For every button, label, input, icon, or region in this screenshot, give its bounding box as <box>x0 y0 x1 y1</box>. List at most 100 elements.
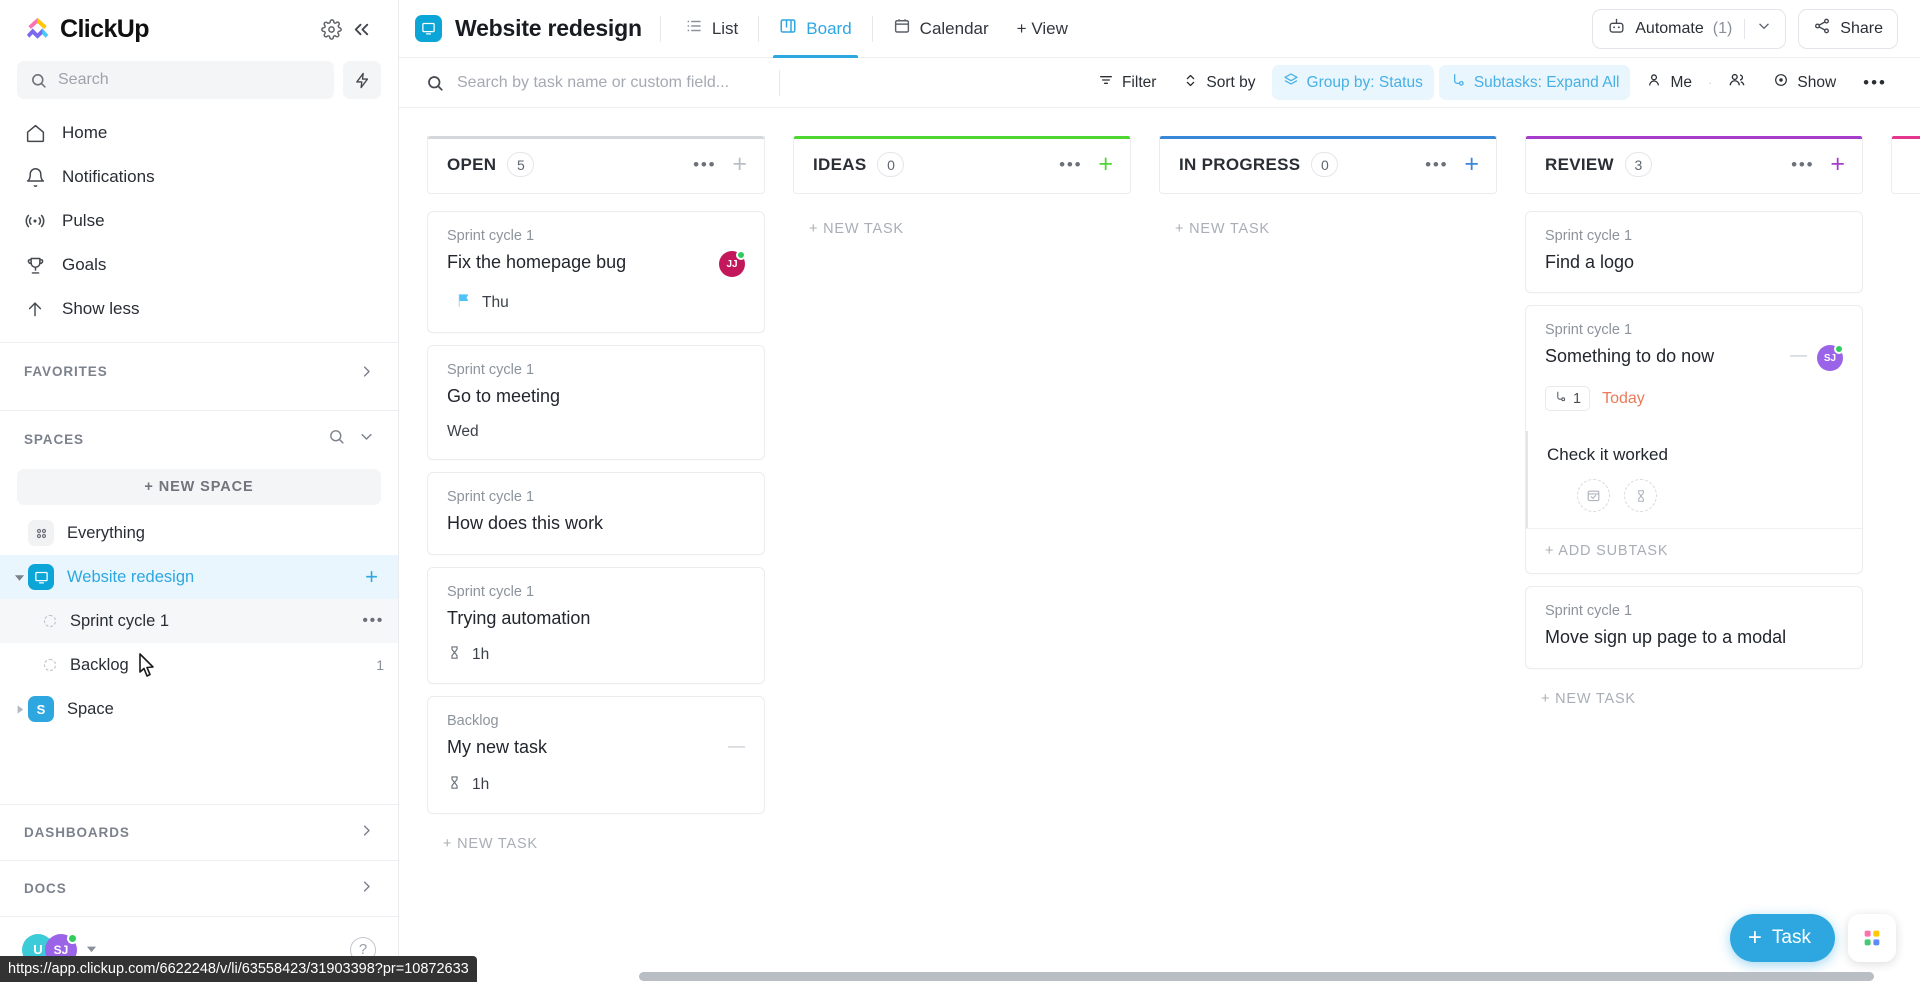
new-task-button[interactable]: + NEW TASK <box>1525 681 1863 717</box>
avatar[interactable]: SJ <box>1817 344 1844 372</box>
gear-icon[interactable] <box>316 14 346 44</box>
sidebar-item-backlog[interactable]: Backlog 1 <box>0 643 398 687</box>
sort-button[interactable]: Sort by <box>1172 66 1266 100</box>
clickup-logo[interactable]: ClickUp <box>24 15 316 44</box>
tab-board[interactable]: Board <box>773 0 859 58</box>
group-by-button[interactable]: Group by: Status <box>1271 65 1434 100</box>
docs-section-header[interactable]: DOCS <box>0 860 398 916</box>
hourglass-icon[interactable] <box>1624 479 1657 513</box>
chevron-right-icon[interactable] <box>359 823 374 843</box>
subtask-item[interactable]: Check it worked <box>1526 431 1862 529</box>
time-estimate-text: 1h <box>472 775 490 793</box>
sidebar-item-notifications[interactable]: Notifications <box>14 155 384 199</box>
column-options-icon[interactable]: ••• <box>1791 155 1814 175</box>
more-options-button[interactable]: ••• <box>1852 66 1898 100</box>
card-time-estimate[interactable]: 1h <box>447 775 745 795</box>
column-header[interactable]: IDEAS 0 ••• + <box>793 136 1131 194</box>
sidebar-item-website-redesign[interactable]: Website redesign + <box>0 555 398 599</box>
task-card[interactable]: Sprint cycle 1 How does this work <box>427 472 765 555</box>
column-header[interactable]: REVIEW 3 ••• + <box>1525 136 1863 194</box>
column-header[interactable]: IN PROGRESS 0 ••• + <box>1159 136 1497 194</box>
spaces-section-header[interactable]: SPACES <box>0 411 398 467</box>
calendar-check-icon[interactable] <box>1577 479 1610 513</box>
task-card[interactable]: Sprint cycle 1 Find a logo <box>1525 211 1863 294</box>
new-task-button[interactable]: + NEW TASK <box>793 211 1131 247</box>
spaces-label: SPACES <box>24 431 84 447</box>
add-subtask-button[interactable]: + ADD SUBTASK <box>1526 528 1862 573</box>
status-bar-url: https://app.clickup.com/6622248/v/li/635… <box>0 956 477 982</box>
column-add-task-icon[interactable]: + <box>732 152 747 177</box>
caret-down-icon[interactable] <box>10 572 28 583</box>
subtasks-button[interactable]: Subtasks: Expand All <box>1438 65 1631 100</box>
caret-right-icon[interactable] <box>10 704 28 715</box>
new-task-button[interactable]: + NEW TASK <box>1159 211 1497 247</box>
column-accent <box>1160 136 1496 139</box>
search-icon <box>428 75 443 91</box>
collapse-sidebar-icon[interactable] <box>346 14 376 44</box>
task-card[interactable]: Sprint cycle 1 Go to meeting Wed <box>427 345 765 461</box>
search-input[interactable]: Search <box>17 61 334 99</box>
card-time-estimate[interactable]: 1h <box>447 645 745 665</box>
task-card[interactable]: Sprint cycle 1 Move sign up page to a mo… <box>1525 586 1863 669</box>
chevron-down-icon[interactable] <box>1757 19 1771 38</box>
column-add-task-icon[interactable]: + <box>1830 152 1845 177</box>
monitor-icon <box>415 15 442 42</box>
show-button[interactable]: Show <box>1762 65 1847 100</box>
apps-grid-icon[interactable] <box>1848 914 1896 962</box>
me-filter-button[interactable]: Me <box>1635 65 1703 100</box>
chevron-right-icon[interactable] <box>359 364 374 379</box>
card-due-date[interactable]: Thu <box>447 292 745 314</box>
sidebar-item-space[interactable]: S Space <box>0 687 398 731</box>
chevron-right-icon[interactable] <box>359 879 374 899</box>
due-date-text[interactable]: Today <box>1602 390 1645 408</box>
favorites-section-header[interactable]: FAVORITES <box>0 343 398 399</box>
list-status-icon <box>44 615 56 627</box>
column-options-icon[interactable]: ••• <box>1425 155 1448 175</box>
sidebar-item-everything[interactable]: Everything <box>0 511 398 555</box>
sidebar-item-pulse[interactable]: Pulse <box>14 199 384 243</box>
eye-icon <box>1773 72 1789 93</box>
avatar[interactable]: JJ <box>719 250 746 277</box>
filter-button[interactable]: Filter <box>1087 65 1167 100</box>
sidebar-item-goals[interactable]: Goals <box>14 243 384 287</box>
sort-label: Sort by <box>1206 73 1256 91</box>
sidebar-item-sprint-cycle-1[interactable]: Sprint cycle 1 ••• <box>0 599 398 643</box>
add-view-button[interactable]: + View <box>1017 19 1068 39</box>
task-card[interactable]: Sprint cycle 1 Fix the homepage bug JJ T… <box>427 211 765 333</box>
add-to-space-icon[interactable]: + <box>365 566 384 588</box>
automate-button[interactable]: Automate (1) <box>1592 8 1787 49</box>
sidebar-item-show-less[interactable]: Show less <box>14 287 384 331</box>
column-options-icon[interactable]: ••• <box>1059 155 1082 175</box>
avatar-initials: SJ <box>1823 352 1837 364</box>
column-options-icon[interactable]: ••• <box>693 155 716 175</box>
horizontal-scrollbar[interactable] <box>399 968 1920 982</box>
task-card[interactable]: Backlog My new task — 1h <box>427 696 765 814</box>
list-options-icon[interactable]: ••• <box>362 612 384 630</box>
new-task-button[interactable]: + NEW TASK <box>427 826 765 862</box>
lightning-bolt-icon[interactable] <box>343 61 381 99</box>
sidebar-item-home[interactable]: Home <box>14 111 384 155</box>
task-card[interactable]: Sprint cycle 1 Something to do now — SJ <box>1526 306 1862 430</box>
new-task-fab[interactable]: + Task <box>1729 914 1835 962</box>
share-button[interactable]: Share <box>1798 8 1898 49</box>
people-filter-button[interactable] <box>1717 64 1757 101</box>
search-icon[interactable] <box>328 428 345 450</box>
tab-calendar[interactable]: Calendar <box>887 0 995 58</box>
task-card[interactable]: Sprint cycle 1 Trying automation 1h <box>427 566 765 685</box>
column-header[interactable] <box>1891 136 1920 194</box>
column-header[interactable]: OPEN 5 ••• + <box>427 136 765 194</box>
task-search-input[interactable]: Search by task name or custom field... <box>399 74 779 92</box>
favorites-label: FAVORITES <box>24 363 108 379</box>
card-due-date[interactable]: Wed <box>447 423 745 441</box>
column-add-task-icon[interactable]: + <box>1464 152 1479 177</box>
tab-list[interactable]: List <box>679 0 744 58</box>
people-icon <box>1728 71 1746 94</box>
dashboards-section-header[interactable]: DASHBOARDS <box>0 804 398 860</box>
new-space-button[interactable]: + NEW SPACE <box>17 469 381 505</box>
subtask-count-badge[interactable]: 1 <box>1545 386 1591 412</box>
chevron-down-icon[interactable] <box>86 943 97 956</box>
scrollbar-thumb[interactable] <box>639 972 1874 981</box>
chevron-down-icon[interactable] <box>359 429 374 449</box>
divider <box>1744 18 1746 39</box>
column-add-task-icon[interactable]: + <box>1098 152 1113 177</box>
